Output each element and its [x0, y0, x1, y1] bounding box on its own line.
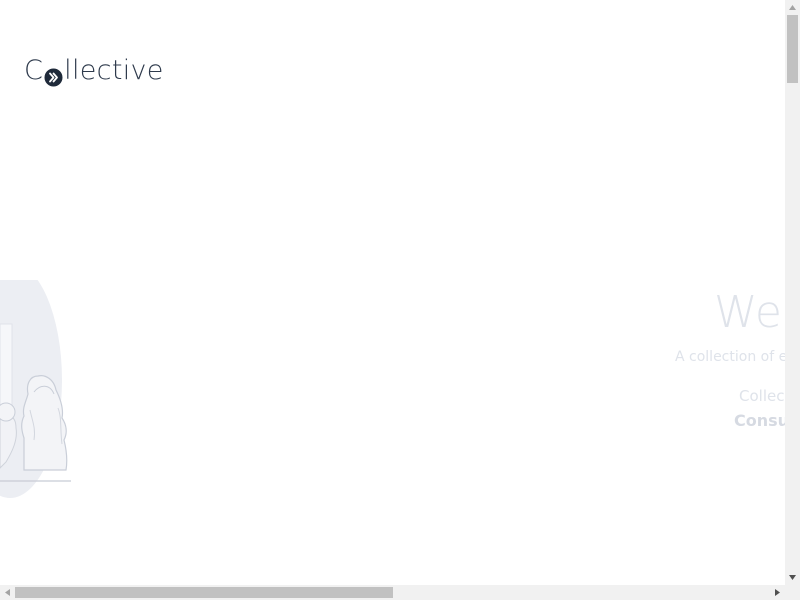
hero-subtitle: A collection of e [675, 349, 785, 365]
vertical-scrollbar-thumb[interactable] [787, 15, 798, 83]
chevron-right-double-icon [44, 64, 63, 86]
horizontal-scrollbar[interactable] [0, 585, 785, 600]
page: C llective We A collection of e Collec C… [0, 0, 785, 585]
hero-line-collective: Collec [739, 387, 785, 405]
horizontal-scrollbar-thumb[interactable] [15, 587, 393, 598]
browser-viewport: C llective We A collection of e Collec C… [0, 0, 800, 600]
arrow-down-icon[interactable] [785, 570, 800, 585]
arrow-right-icon[interactable] [770, 585, 785, 600]
arrow-left-icon[interactable] [0, 585, 15, 600]
logo-first-letter: C [24, 55, 44, 86]
scrollbar-corner [785, 585, 800, 600]
people-illustration [0, 262, 80, 500]
site-logo[interactable]: C llective [24, 56, 164, 86]
hero-line-consulting: Consu [734, 411, 785, 430]
vertical-scrollbar[interactable] [785, 0, 800, 585]
arrow-up-icon[interactable] [785, 0, 800, 15]
logo-rest: llective [64, 55, 164, 86]
hero-title: We [714, 287, 782, 338]
